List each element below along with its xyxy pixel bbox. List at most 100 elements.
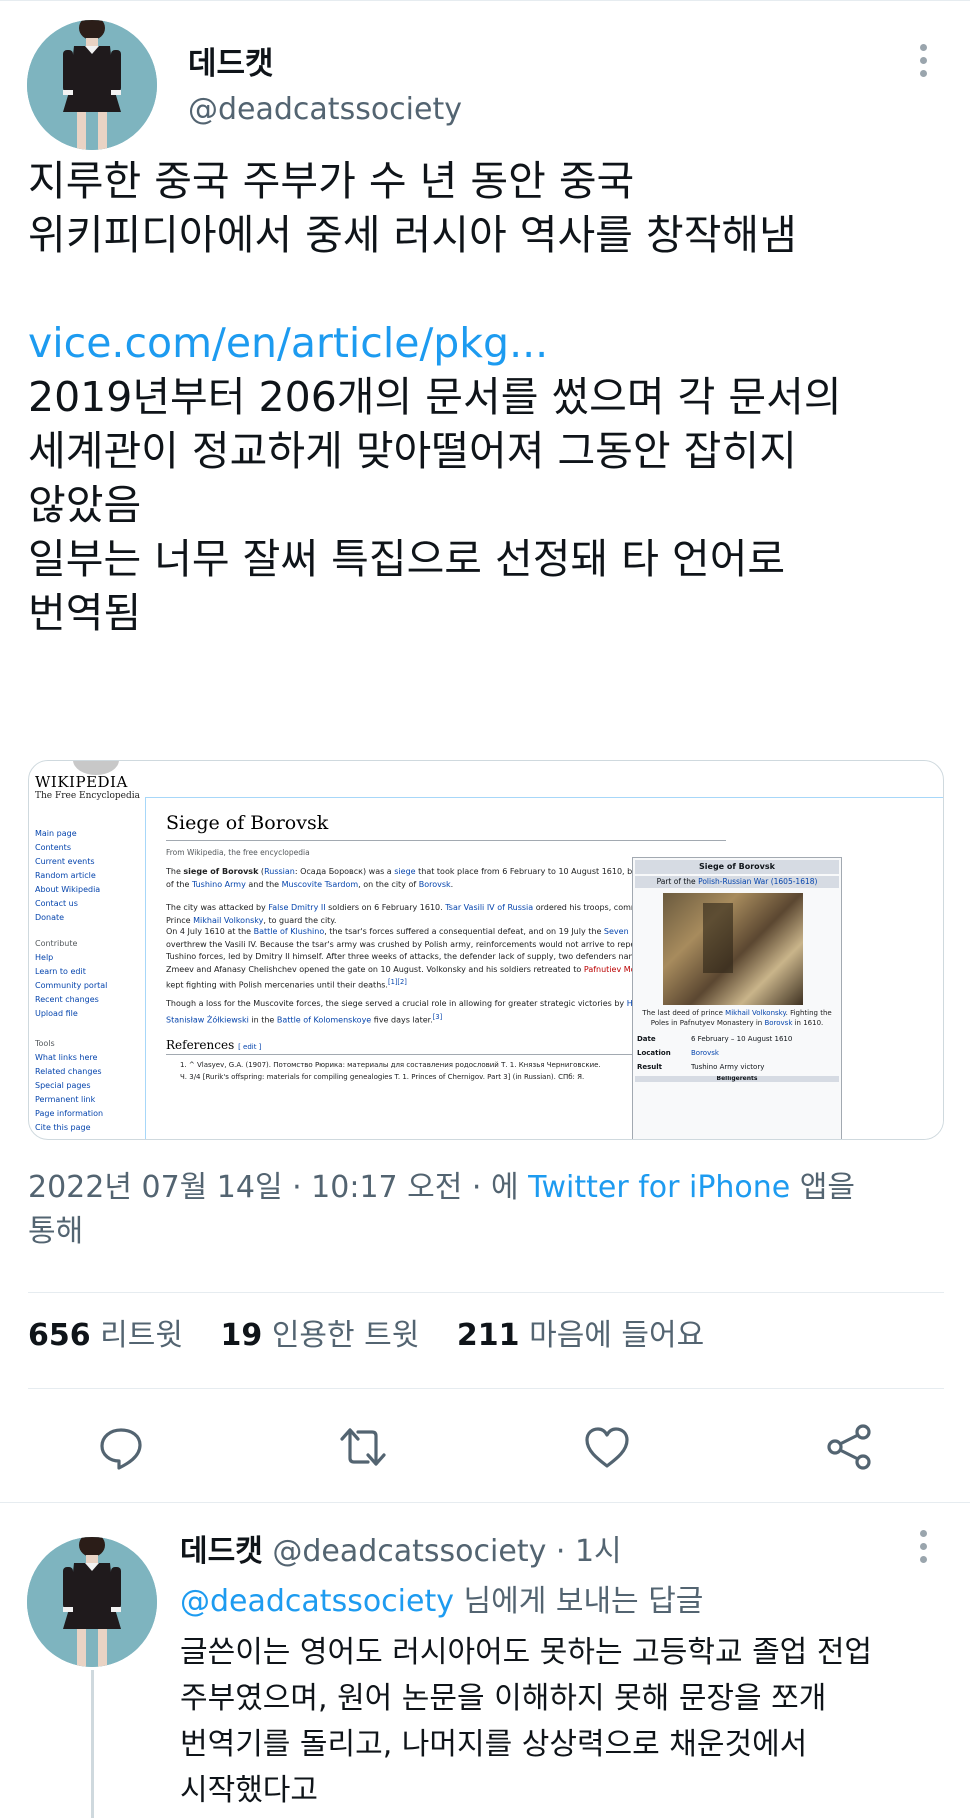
- wiki-sidebar-heading: Contribute: [35, 939, 78, 948]
- wiki-sidebar-link: Current events: [35, 857, 95, 866]
- tweet-text: 지루한 중국 주부가 수 년 동안 중국 위키피디아에서 중세 러시아 역사를 …: [28, 154, 948, 640]
- avatar-figure-icon: [27, 20, 157, 150]
- wiki-paragraph: Though a loss for the Muscovite forces, …: [166, 999, 659, 1025]
- reply-avatar[interactable]: [27, 1537, 157, 1667]
- wiki-sidebar-link: Upload file: [35, 1009, 78, 1018]
- tweet-media-image[interactable]: WIKIPEDIA The Free Encyclopedia Main pag…: [28, 760, 944, 1140]
- infobox-painting: [663, 893, 803, 1005]
- avatar-figure-icon: [27, 1537, 157, 1667]
- reply-to-handle-link[interactable]: @deadcatssociety: [180, 1584, 454, 1619]
- retweet-button[interactable]: [336, 1420, 390, 1474]
- reply-text-line: 글쓴이는 영어도 러시아어도 못하는 고등학교 졸업 전업: [180, 1635, 873, 1670]
- more-options-icon[interactable]: [920, 1530, 928, 1569]
- share-button[interactable]: [823, 1420, 877, 1474]
- wiki-sidebar-nav: Main page Contents Current events Random…: [35, 827, 143, 925]
- tweet-text-line: 지루한 중국 주부가 수 년 동안 중국: [28, 157, 635, 205]
- infobox-value: Tushino Army victory: [691, 1063, 765, 1071]
- wiki-sidebar-link: Help: [35, 953, 54, 962]
- infobox-key: Location: [637, 1049, 671, 1057]
- wiki-reference: Ч. 3/4 [Rurik's offspring: materials for…: [180, 1073, 585, 1081]
- wiki-paragraph: On 4 July 1610 at the Battle of Klushino…: [166, 927, 691, 990]
- tweet-timestamp: 2022년 07월 14일 · 10:17 오전 · 에 Twitter for…: [28, 1166, 928, 1254]
- like-icon: [585, 1427, 629, 1468]
- wiki-sidebar-link: Community portal: [35, 981, 108, 990]
- wiki-sidebar-link: Related changes: [35, 1067, 102, 1076]
- infobox-row: Date 6 February – 10 August 1610: [637, 1034, 792, 1044]
- wiki-sidebar-link: Main page: [35, 829, 77, 838]
- quote-count[interactable]: 19: [221, 1318, 263, 1353]
- infobox-subtitle-prefix: Part of the: [656, 877, 699, 886]
- share-icon: [827, 1424, 871, 1470]
- reply-text: 글쓴이는 영어도 러시아어도 못하는 고등학교 졸업 전업 주부였으며, 원어 …: [180, 1630, 950, 1814]
- wiki-paragraph: The siege of Borovsk (Russian: Осада Бор…: [166, 867, 689, 889]
- infobox-key: Result: [637, 1063, 663, 1071]
- infobox-row: Location Borovsk: [637, 1048, 719, 1058]
- top-divider: [0, 0, 970, 8]
- wiki-sidebar-link: Page information: [35, 1109, 104, 1118]
- reply-header: 데드캣 @deadcatssociety · 1시: [180, 1530, 622, 1574]
- avatar[interactable]: [27, 20, 157, 150]
- reply-button[interactable]: [94, 1420, 148, 1474]
- retweet-icon: [340, 1428, 386, 1466]
- quote-label[interactable]: 인용한 트윗: [272, 1318, 420, 1353]
- wiki-sidebar-link: Random article: [35, 871, 96, 880]
- wiki-sidebar-link: What links here: [35, 1053, 98, 1062]
- retweet-label[interactable]: 리트윗: [100, 1318, 183, 1353]
- replying-to: @deadcatssociety 님에게 보내는 답글: [180, 1580, 703, 1624]
- reply-text-line: 번역기를 돌리고, 나머지를 상상력으로 채운것에서: [180, 1727, 808, 1762]
- infobox-caption-link: Borovsk: [764, 1019, 793, 1027]
- wiki-sidebar-link: Cite this page: [35, 1123, 91, 1132]
- reply-display-name[interactable]: 데드캣: [180, 1534, 263, 1569]
- reply-handle[interactable]: @deadcatssociety: [272, 1534, 546, 1569]
- wiki-sidebar-link: Donate: [35, 913, 65, 922]
- infobox-subtitle-link: Polish-Russian War (1605-1618): [698, 877, 818, 886]
- wiki-sidebar-tools: Tools What links here Related changes Sp…: [35, 1037, 143, 1135]
- infobox-caption-link: Mikhail Volkonsky: [725, 1009, 786, 1017]
- engagement-stats: 656 리트윗 19 인용한 트윗 211 마음에 들어요: [28, 1316, 732, 1356]
- like-count[interactable]: 211: [457, 1318, 520, 1353]
- like-label[interactable]: 마음에 들어요: [529, 1318, 704, 1353]
- infobox-caption-text: in 1610.: [792, 1019, 824, 1027]
- wiki-sidebar-link: Recent changes: [35, 995, 99, 1004]
- reply-text-line: 시작했다고: [180, 1773, 318, 1808]
- like-button[interactable]: [580, 1420, 634, 1474]
- author-display-name[interactable]: 데드캣: [188, 38, 274, 83]
- infobox-value: 6 February – 10 August 1610: [691, 1035, 793, 1043]
- article-link[interactable]: vice.com/en/article/pkg...: [28, 316, 948, 370]
- infobox-key: Date: [637, 1035, 656, 1043]
- wiki-references-divider: [166, 1054, 691, 1055]
- infobox-title: Siege of Borovsk: [635, 860, 839, 874]
- timestamp-text: 2022년 07월 14일 · 10:17 오전 · 에: [28, 1170, 529, 1205]
- reply-time: · 1시: [546, 1534, 622, 1569]
- tweet-text-line: 2019년부터 206개의 문서를 썼으며 각 문서의: [28, 373, 842, 421]
- wiki-sidebar-link: Special pages: [35, 1081, 91, 1090]
- wiki-reference: 1. ^ Vlasyev, G.A. (1907). Потомство Рюр…: [180, 1061, 601, 1069]
- tweet-text-line: 않았음: [28, 481, 142, 529]
- tweet-text-line: 위키피디아에서 중세 러시아 역사를 창작해냄: [28, 211, 797, 259]
- wiki-from-line: From Wikipedia, the free encyclopedia: [166, 848, 310, 857]
- infobox-caption: The last deed of prince Mikhail Volkonsk…: [637, 1008, 837, 1028]
- more-options-icon[interactable]: [920, 44, 928, 83]
- tweet-text-line: 세계관이 정교하게 맞아떨어져 그동안 잡히지: [28, 427, 797, 475]
- wiki-article-title: Siege of Borovsk: [166, 812, 329, 834]
- wiki-sidebar-contribute: Contribute Help Learn to edit Community …: [35, 937, 143, 1021]
- wiki-sidebar-link: Learn to edit: [35, 967, 86, 976]
- thread-connector-line: [91, 1670, 94, 1818]
- divider: [28, 1388, 944, 1389]
- wiki-infobox: Siege of Borovsk Part of the Polish-Russ…: [632, 857, 842, 1139]
- author-handle[interactable]: @deadcatssociety: [188, 92, 462, 127]
- wiki-sidebar-link: Contents: [35, 843, 71, 852]
- wiki-paragraph: The city was attacked by False Dmitry II…: [166, 903, 677, 925]
- wiki-references-title: References: [166, 1038, 235, 1052]
- tweet-separator: [0, 1502, 970, 1503]
- tweet-text-line: 번역됨: [28, 589, 142, 637]
- source-link[interactable]: Twitter for iPhone: [528, 1170, 790, 1205]
- reply-text-line: 주부였으며, 원어 논문을 이해하지 못해 문장을 쪼개: [180, 1681, 827, 1716]
- wikipedia-logo: WIKIPEDIA: [35, 773, 128, 791]
- retweet-count[interactable]: 656: [28, 1318, 91, 1353]
- wiki-references-heading: References [ edit ]: [166, 1038, 261, 1052]
- infobox-caption-text: The last deed of prince: [642, 1009, 726, 1017]
- wiki-title-divider: [166, 840, 726, 841]
- wiki-sidebar-link: About Wikipedia: [35, 885, 101, 894]
